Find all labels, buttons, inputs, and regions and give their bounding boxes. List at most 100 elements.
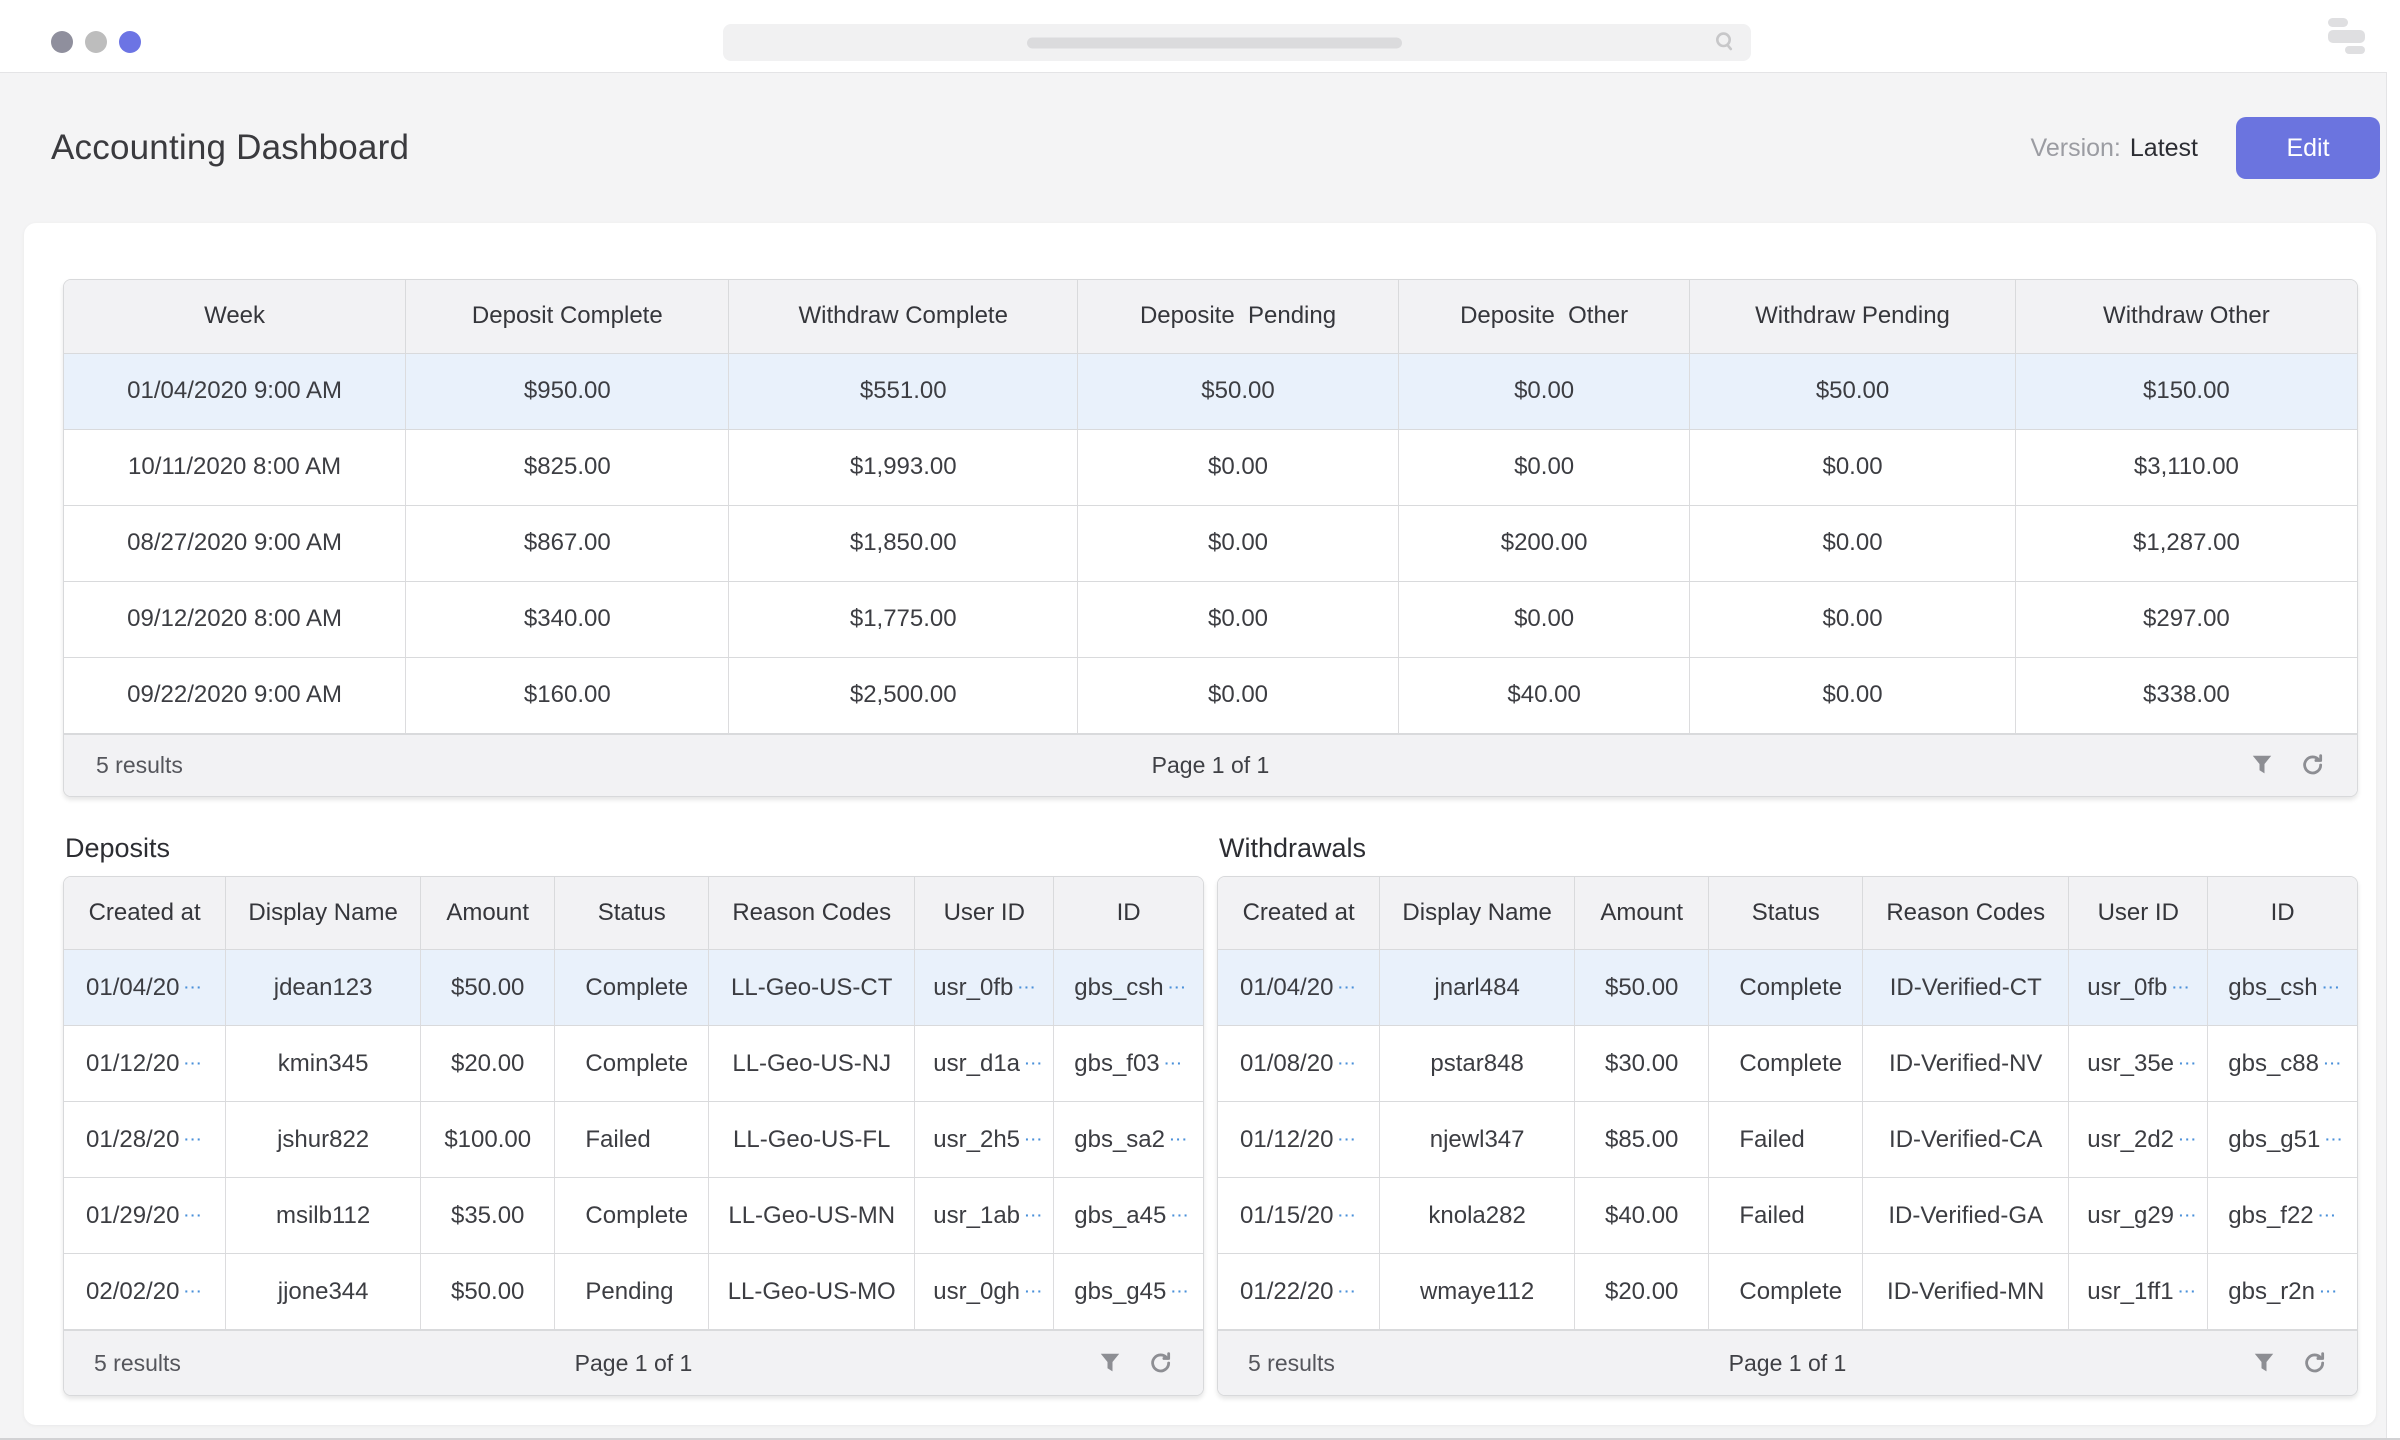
table-cell: gbs_g51···: [2208, 1102, 2357, 1178]
table-row[interactable]: 09/12/2020 8:00 AM$340.00$1,775.00$0.00$…: [64, 581, 2357, 657]
filter-icon[interactable]: [2249, 752, 2275, 778]
table-cell: gbs_sa2···: [1054, 1102, 1203, 1178]
table-cell: LL-Geo-US-FL: [709, 1102, 915, 1178]
table-row[interactable]: 01/12/20···kmin345$20.00CompleteLL-Geo-U…: [64, 1026, 1203, 1102]
table-cell: 02/02/20···: [64, 1254, 226, 1330]
detail-tables: Deposits Created atDisplay NameAmountSta…: [63, 833, 2358, 1397]
table-cell: 01/28/20···: [64, 1102, 226, 1178]
browser-menu-icon[interactable]: [2328, 18, 2365, 54]
table-cell: jnarl484: [1380, 950, 1575, 1026]
table-cell: njewl347: [1380, 1102, 1575, 1178]
table-row[interactable]: 01/29/20···msilb112$35.00CompleteLL-Geo-…: [64, 1178, 1203, 1254]
version-value: Latest: [2130, 134, 2198, 163]
table-cell: Failed: [1709, 1102, 1863, 1178]
table-row[interactable]: 09/22/2020 9:00 AM$160.00$2,500.00$0.00$…: [64, 657, 2357, 733]
table-row[interactable]: 01/04/2020 9:00 AM$950.00$551.00$50.00$0…: [64, 353, 2357, 429]
table-cell: Complete: [555, 1026, 709, 1102]
table-cell: jdean123: [226, 950, 421, 1026]
table-row[interactable]: 01/28/20···jshur822$100.00FailedLL-Geo-U…: [64, 1102, 1203, 1178]
table-cell: $0.00: [1078, 505, 1399, 581]
truncation-ellipsis-icon: ···: [1025, 1283, 1044, 1299]
table-cell: LL-Geo-US-MN: [709, 1178, 915, 1254]
truncation-ellipsis-icon: ···: [1338, 979, 1357, 995]
table-cell: Failed: [555, 1102, 709, 1178]
table-cell: $1,850.00: [729, 505, 1078, 581]
page-indicator: Page 1 of 1: [1729, 1350, 1847, 1377]
table-cell: usr_2d2···: [2069, 1102, 2208, 1178]
truncation-ellipsis-icon: ···: [1018, 979, 1037, 995]
scrollbar-track[interactable]: [2386, 72, 2400, 1438]
search-icon[interactable]: [1713, 30, 1737, 54]
table-cell: $338.00: [2015, 657, 2357, 733]
filter-icon[interactable]: [2251, 1350, 2277, 1376]
table-cell: gbs_r2n···: [2208, 1254, 2357, 1330]
truncation-ellipsis-icon: ···: [1165, 1055, 1184, 1071]
header-row: Created atDisplay NameAmountStatusReason…: [1218, 877, 2357, 950]
table-cell: $867.00: [406, 505, 729, 581]
truncation-ellipsis-icon: ···: [2179, 1055, 2198, 1071]
truncation-ellipsis-icon: ···: [1025, 1055, 1044, 1071]
address-bar[interactable]: [723, 24, 1751, 61]
filter-icon[interactable]: [1097, 1350, 1123, 1376]
withdrawals-table: Created atDisplay NameAmountStatusReason…: [1217, 876, 2358, 1397]
column-header: User ID: [2069, 877, 2208, 950]
refresh-icon[interactable]: [2301, 1350, 2327, 1376]
column-header: Deposite Pending: [1078, 280, 1399, 353]
table-cell: $30.00: [1575, 1026, 1709, 1102]
refresh-icon[interactable]: [2299, 752, 2325, 778]
truncation-ellipsis-icon: ···: [1338, 1131, 1357, 1147]
table-cell: $0.00: [1078, 429, 1399, 505]
column-header: Display Name: [226, 877, 421, 950]
table-cell: jjone344: [226, 1254, 421, 1330]
table-cell: $825.00: [406, 429, 729, 505]
table-row[interactable]: 08/27/2020 9:00 AM$867.00$1,850.00$0.00$…: [64, 505, 2357, 581]
table-cell: pstar848: [1380, 1026, 1575, 1102]
table-cell: $340.00: [406, 581, 729, 657]
table-cell: $85.00: [1575, 1102, 1709, 1178]
address-placeholder-line: [1027, 37, 1402, 48]
table-cell: $2,500.00: [729, 657, 1078, 733]
table-cell: $200.00: [1399, 505, 1690, 581]
column-header: Reason Codes: [1863, 877, 2069, 950]
truncation-ellipsis-icon: ···: [2324, 1055, 2343, 1071]
table-row[interactable]: 01/04/20···jdean123$50.00CompleteLL-Geo-…: [64, 950, 1203, 1026]
table-row[interactable]: 02/02/20···jjone344$50.00PendingLL-Geo-U…: [64, 1254, 1203, 1330]
table-row[interactable]: 01/15/20···knola282$40.00FailedID-Verifi…: [1218, 1178, 2357, 1254]
header-row: WeekDeposit CompleteWithdraw CompleteDep…: [64, 280, 2357, 353]
edit-button[interactable]: Edit: [2236, 117, 2380, 179]
deposits-table: Created atDisplay NameAmountStatusReason…: [63, 876, 1204, 1397]
table-cell: jshur822: [226, 1102, 421, 1178]
truncation-ellipsis-icon: ···: [184, 979, 203, 995]
table-row[interactable]: 01/08/20···pstar848$30.00CompleteID-Veri…: [1218, 1026, 2357, 1102]
truncation-ellipsis-icon: ···: [2179, 1283, 2198, 1299]
window-controls: [51, 31, 141, 53]
truncation-ellipsis-icon: ···: [1025, 1207, 1044, 1223]
table-row[interactable]: 01/22/20···wmaye112$20.00CompleteID-Veri…: [1218, 1254, 2357, 1330]
truncation-ellipsis-icon: ···: [2323, 979, 2342, 995]
column-header: Amount: [1575, 877, 1709, 950]
table-cell: gbs_csh···: [2208, 950, 2357, 1026]
table-row[interactable]: 01/04/20···jnarl484$50.00CompleteID-Veri…: [1218, 950, 2357, 1026]
table-cell: usr_g29···: [2069, 1178, 2208, 1254]
window-dot-3[interactable]: [119, 31, 141, 53]
table-cell: $297.00: [2015, 581, 2357, 657]
window-dot-2[interactable]: [85, 31, 107, 53]
deposits-title: Deposits: [65, 833, 1204, 864]
table-row[interactable]: 01/12/20···njewl347$85.00FailedID-Verifi…: [1218, 1102, 2357, 1178]
column-header: Created at: [64, 877, 226, 950]
column-header: Withdraw Other: [2015, 280, 2357, 353]
table-cell: wmaye112: [1380, 1254, 1575, 1330]
table-cell: gbs_a45···: [1054, 1178, 1203, 1254]
table-cell: ID-Verified-MN: [1863, 1254, 2069, 1330]
table-cell: gbs_f22···: [2208, 1178, 2357, 1254]
table-cell: Complete: [555, 950, 709, 1026]
table-cell: usr_0fb···: [2069, 950, 2208, 1026]
deposits-section: Deposits Created atDisplay NameAmountSta…: [63, 833, 1204, 1397]
table-row[interactable]: 10/11/2020 8:00 AM$825.00$1,993.00$0.00$…: [64, 429, 2357, 505]
small-table-footer: 5 resultsPage 1 of 1: [64, 1330, 1203, 1395]
window-dot-1[interactable]: [51, 31, 73, 53]
table-cell: msilb112: [226, 1178, 421, 1254]
table-cell: $0.00: [1399, 353, 1690, 429]
refresh-icon[interactable]: [1147, 1350, 1173, 1376]
table-cell: $40.00: [1575, 1178, 1709, 1254]
